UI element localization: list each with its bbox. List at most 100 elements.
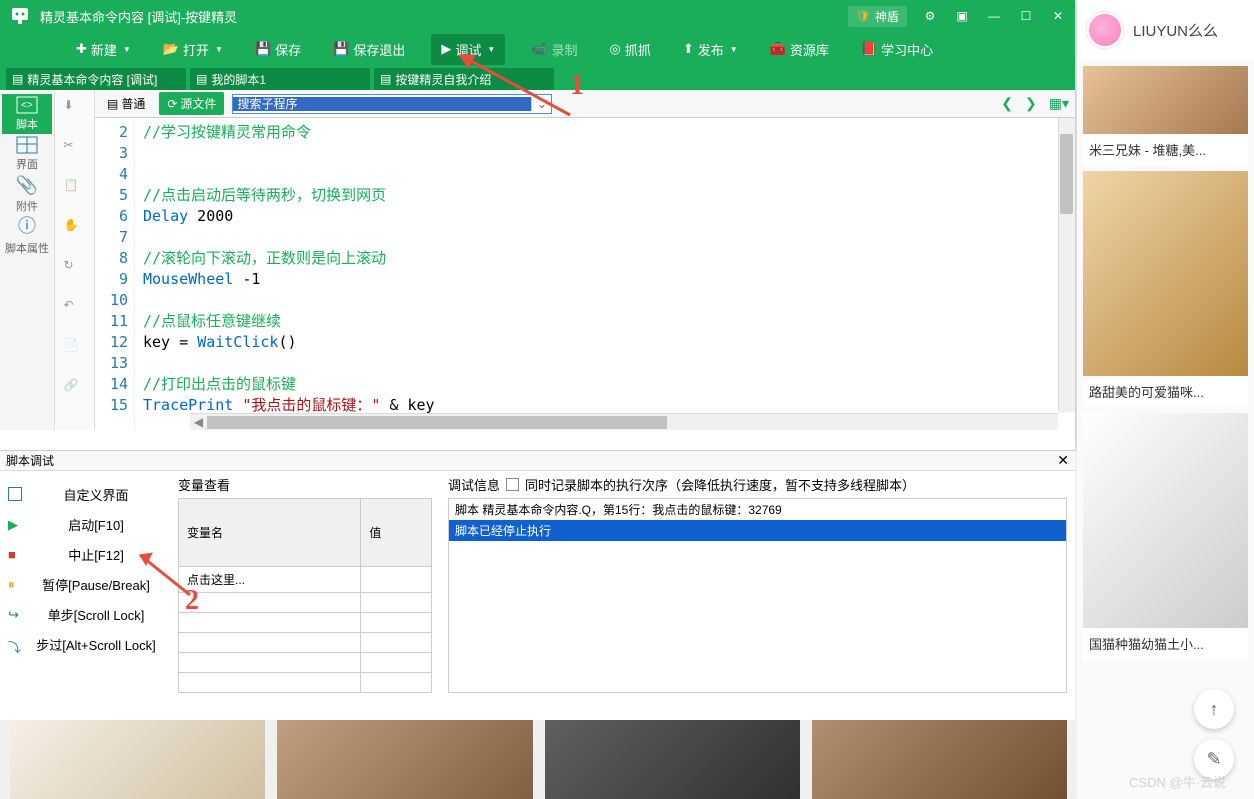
hand-icon[interactable]: ✋ [64, 218, 86, 240]
layout-icon[interactable]: ▦▾ [1049, 95, 1069, 112]
horizontal-scrollbar[interactable]: ◀ [190, 413, 1058, 430]
paste-icon[interactable]: 📄 [64, 338, 86, 360]
step-over-button[interactable]: ⤵步过[Alt+Scroll Lock] [4, 629, 166, 659]
target-icon: ◎ [610, 41, 621, 57]
new-button[interactable]: ✚新建▼ [70, 36, 137, 63]
step-over-icon: ⤵ [8, 637, 22, 651]
sidebar-properties[interactable]: ⓘ 脚本属性 [2, 214, 52, 254]
box-icon: 🧰 [770, 41, 786, 57]
minimize-icon[interactable]: — [985, 7, 1003, 25]
thumb-image[interactable] [545, 719, 800, 799]
link-icon[interactable]: 🔗 [64, 378, 86, 400]
normal-view-button[interactable]: ▤普通 [101, 93, 151, 114]
thumb-image[interactable] [10, 719, 265, 799]
column-header: 值 [361, 499, 432, 567]
debug-button[interactable]: ▶调试▼ [431, 34, 505, 65]
variable-cell[interactable]: 点击这里... [179, 567, 361, 593]
scrollbar-thumb[interactable] [207, 416, 667, 429]
play-icon: ▶ [441, 41, 451, 57]
refresh-icon[interactable]: ↻ [64, 258, 86, 280]
pause-button[interactable]: ⏸暂停[Pause/Break] [4, 569, 166, 599]
source-icon: ⟳ [167, 97, 177, 111]
vertical-scrollbar[interactable] [1058, 118, 1075, 412]
tab-myscript[interactable]: ▤我的脚本1 [190, 68, 370, 90]
image-card[interactable]: 米三兄妹 - 堆糖,美... [1083, 66, 1248, 165]
start-button[interactable]: ▶启动[F10] [4, 509, 166, 539]
record-button[interactable]: 📹录制 [525, 36, 583, 63]
upload-icon: ⬆ [683, 41, 694, 57]
sidebar-script[interactable]: <> 脚本 [2, 94, 52, 134]
svg-text:<>: <> [21, 100, 33, 111]
code-content[interactable]: //学习按键精灵常用命令 //点击启动后等待两秒，切换到网页 Delay 200… [135, 118, 1075, 430]
paperclip-icon: 📎 [16, 175, 38, 196]
capture-button[interactable]: ◎抓抓 [604, 36, 657, 63]
chevron-down-icon: ▼ [730, 45, 738, 54]
study-button[interactable]: 📕学习中心 [855, 36, 939, 63]
thumb-image[interactable] [277, 719, 532, 799]
doc-icon: ▤ [12, 72, 23, 86]
avatar[interactable] [1087, 12, 1123, 48]
cut-icon[interactable]: ✂ [64, 138, 86, 160]
step-button[interactable]: ↪单步[Scroll Lock] [4, 599, 166, 629]
source-view-button[interactable]: ⟳源文件 [159, 92, 224, 115]
chevron-down-icon: ▼ [487, 45, 495, 54]
resource-button[interactable]: 🧰资源库 [764, 36, 835, 63]
save-exit-button[interactable]: 💾保存退出 [327, 36, 411, 63]
close-icon[interactable]: ✕ [1057, 452, 1069, 469]
nav-prev-icon[interactable]: ❮ [1001, 95, 1013, 112]
window-title: 精灵基本命令内容 [调试]-按键精灵 [40, 7, 848, 26]
arrow-down-icon[interactable]: ⬇ [64, 98, 86, 120]
nav-next-icon[interactable]: ❯ [1025, 95, 1037, 112]
cat-image [1083, 171, 1248, 376]
code-editor[interactable]: 23456789101112131415 //学习按键精灵常用命令 //点击启动… [95, 118, 1075, 430]
scrollbar-thumb[interactable] [1060, 134, 1073, 214]
tab-script-debug[interactable]: ▤精灵基本命令内容 [调试] [6, 68, 186, 90]
cat-image [1083, 66, 1248, 134]
open-button[interactable]: 📂打开▼ [157, 36, 229, 63]
image-card[interactable]: 路甜美的可爱猫咪... [1083, 171, 1248, 407]
search-input[interactable] [233, 97, 531, 111]
editor-toolbar: ▤普通 ⟳源文件 ⌄ ❮ ❯ ▦▾ [95, 90, 1075, 118]
close-icon[interactable]: ✕ [1049, 7, 1067, 25]
variable-watch: 变量查看 变量名值 点击这里... [170, 471, 440, 719]
stop-button[interactable]: ■中止[F12] [4, 539, 166, 569]
publish-button[interactable]: ⬆发布▼ [677, 36, 744, 63]
info-icon: ⓘ [18, 212, 36, 238]
bottom-image-strip [0, 719, 1077, 799]
tab-intro[interactable]: ▤按键精灵自我介绍 [374, 68, 554, 90]
record-order-checkbox[interactable] [506, 478, 519, 491]
custom-ui-button[interactable]: 自定义界面 [4, 479, 166, 509]
undo-icon[interactable]: ↶ [64, 298, 86, 320]
sidebar-attach[interactable]: 📎 附件 [2, 174, 52, 214]
app-logo-icon [8, 4, 32, 28]
camera-icon: 📹 [531, 41, 547, 57]
chevron-down-icon: ▼ [215, 45, 223, 54]
scroll-left-icon[interactable]: ◀ [190, 414, 207, 430]
maximize-icon[interactable]: ☐ [1017, 7, 1035, 25]
variable-table[interactable]: 变量名值 点击这里... [178, 498, 432, 693]
search-box: ⌄ [232, 94, 552, 114]
play-icon: ▶ [8, 517, 22, 531]
restore-icon[interactable]: ▣ [953, 7, 971, 25]
settings-icon[interactable]: ⚙ [921, 7, 939, 25]
image-card[interactable]: 国猫种猫幼猫土小... [1083, 413, 1248, 659]
search-dropdown[interactable]: ⌄ [531, 97, 551, 111]
debug-panel-header: 脚本调试 ✕ [0, 451, 1075, 471]
debug-output[interactable]: 脚本 精灵基本命令内容.Q，第15行：我点击的鼠标键：32769 脚本已经停止执… [448, 498, 1067, 693]
doc-icon: ▤ [196, 72, 207, 86]
thumb-image[interactable] [812, 719, 1067, 799]
left-sidebar: <> 脚本 界面 📎 附件 ⓘ 脚本属性 [0, 90, 55, 430]
pause-icon: ⏸ [8, 577, 22, 591]
save-button[interactable]: 💾保存 [249, 36, 307, 63]
grid-icon [16, 136, 38, 154]
output-line: 脚本 精灵基本命令内容.Q，第15行：我点击的鼠标键：32769 [449, 499, 1066, 520]
shield-button[interactable]: 🛡 神盾 [848, 6, 907, 27]
save-icon: 💾 [255, 41, 271, 57]
step-icon: ↪ [8, 607, 22, 621]
value-cell[interactable] [361, 567, 432, 593]
sidebar-ui[interactable]: 界面 [2, 134, 52, 174]
window-icon [8, 487, 22, 501]
copy-icon[interactable]: 📋 [64, 178, 86, 200]
scroll-top-button[interactable]: ↑ [1194, 689, 1234, 729]
code-icon: <> [16, 96, 38, 114]
